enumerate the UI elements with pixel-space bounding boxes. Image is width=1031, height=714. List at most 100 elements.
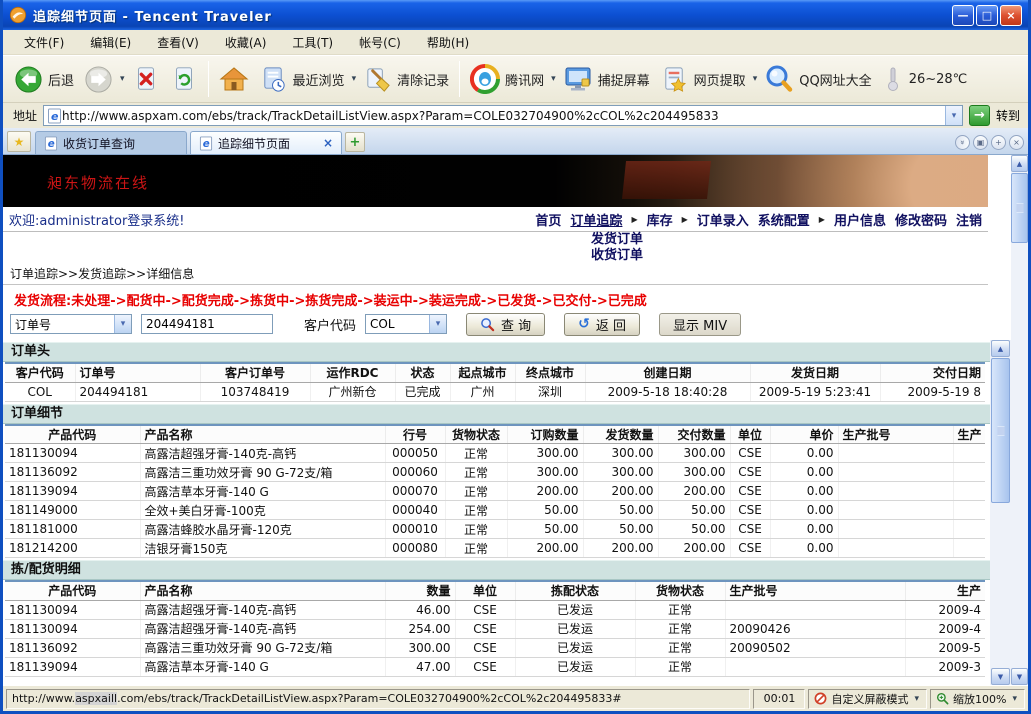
chevron-down-icon[interactable]: ▾ [114, 315, 131, 333]
stop-icon [132, 65, 160, 93]
nav-item[interactable]: 系统配置 [758, 210, 810, 229]
close-button[interactable]: × [1000, 5, 1022, 26]
browser-scrollbar-thumb[interactable] [1011, 173, 1028, 243]
nav-item[interactable]: 首页 [535, 210, 561, 229]
recent-button[interactable]: 最近浏览 [254, 62, 350, 97]
home-button[interactable] [214, 61, 254, 97]
tab-close-all-icon[interactable]: × [1009, 135, 1024, 150]
nav-item[interactable]: 用户信息 [834, 210, 886, 229]
tencent-dropdown-icon[interactable]: ▾ [549, 74, 558, 84]
cell: 高露洁超强牙膏-140克-高钙 [140, 600, 385, 619]
nav-item[interactable]: 订单追踪 [570, 210, 622, 229]
chevron-down-icon[interactable]: ▾ [429, 315, 446, 333]
minimize-button[interactable]: — [952, 5, 974, 26]
web-extract-button[interactable]: 网页提取 [655, 62, 751, 97]
scroll-up-icon[interactable]: ▲ [1011, 155, 1028, 172]
qq-sites-button[interactable]: QQ网址大全 [759, 61, 876, 97]
weather-widget[interactable]: 26~28℃ [877, 63, 973, 95]
nav-item[interactable]: 订单录入 [697, 210, 749, 229]
search-button-label: 查 询 [501, 315, 531, 334]
menu-item[interactable]: 工具(T) [279, 30, 346, 55]
ad-block-mode-control[interactable]: 自定义屏蔽模式 ▾ [808, 689, 927, 709]
scroll-down-icon[interactable]: ▼ [1011, 668, 1028, 685]
cell: 广州新仓 [310, 382, 395, 401]
refresh-button[interactable] [165, 62, 203, 96]
forward-arrow-icon [84, 65, 113, 94]
customer-code-select[interactable]: COL ▾ [365, 314, 447, 334]
menu-item[interactable]: 帮助(H) [414, 30, 482, 55]
menu-item[interactable]: 收藏(A) [212, 30, 280, 55]
go-button[interactable]: → [969, 105, 990, 126]
order-detail-section-title: 订单细节 [3, 404, 990, 424]
tab-close-icon[interactable]: × [323, 136, 333, 150]
browser-scrollbar-track[interactable] [1011, 172, 1028, 668]
web-extract-label: 网页提取 [694, 70, 746, 89]
cell: 300.00 [385, 638, 455, 657]
toolbar-separator [208, 61, 209, 97]
inner-scrollbar-thumb[interactable] [991, 358, 1010, 503]
column-header: 客户订单号 [200, 363, 310, 382]
inner-scrollbar[interactable]: ▲ ▼ [990, 340, 1011, 685]
subnav-ship-order-link[interactable]: 发货订单 [591, 232, 643, 248]
qq-sites-magnifier-icon [764, 64, 794, 94]
tab-pin-icon[interactable]: + [991, 135, 1006, 150]
address-input[interactable]: e http://www.aspxam.com/ebs/track/TrackD… [43, 105, 963, 126]
tab-label: 追踪细节页面 [218, 135, 318, 152]
cell: 0.00 [770, 501, 838, 520]
recent-dropdown-icon[interactable]: ▾ [350, 74, 359, 84]
menu-item[interactable]: 文件(F) [11, 30, 77, 55]
cell [953, 482, 985, 501]
address-dropdown-icon[interactable]: ▾ [945, 106, 962, 125]
pick-detail-section-title: 拣/配货明细 [3, 560, 990, 580]
forward-dropdown-icon[interactable]: ▾ [118, 74, 127, 84]
clear-history-button[interactable]: 清除记录 [358, 62, 454, 97]
browser-toolbar: 后退 ▾ 最近浏览 ▾ 清除记录 腾讯网 ▾ [3, 55, 1028, 103]
back-button[interactable]: 后退 [9, 62, 79, 97]
show-miv-button[interactable]: 显示 MIV [659, 313, 741, 336]
order-number-input[interactable]: 204494181 [141, 314, 273, 334]
shipping-flow-text: 发货流程:未处理->配货中->配货完成->拣货中->拣货完成->装运中->装运完… [3, 285, 988, 308]
cell: 20090426 [725, 619, 905, 638]
return-button[interactable]: ↺ 返 回 [564, 313, 640, 336]
tab-list-chevron-icon[interactable]: » [955, 135, 970, 150]
zoom-control[interactable]: 缩放100% ▾ [930, 689, 1025, 709]
cell: 50.00 [507, 501, 583, 520]
nav-item[interactable]: 修改密码 [895, 210, 947, 229]
tencent-portal-button[interactable]: 腾讯网 [465, 61, 549, 97]
zoom-label: 缩放100% [953, 691, 1006, 707]
search-button[interactable]: 查 询 [466, 313, 545, 336]
menu-item[interactable]: 帐号(C) [346, 30, 414, 55]
menu-item[interactable]: 查看(V) [144, 30, 212, 55]
nav-item[interactable]: 库存 [647, 210, 673, 229]
scroll-up-icon[interactable]: ▲ [991, 340, 1010, 357]
subnav-receive-order-link[interactable]: 收货订单 [591, 248, 643, 264]
capture-screen-button[interactable]: 捕捉屏幕 [558, 61, 655, 97]
nav-item[interactable]: 注销 [956, 210, 982, 229]
cell: 正常 [445, 444, 507, 463]
cell: 000010 [385, 520, 445, 539]
stop-button[interactable] [127, 62, 165, 96]
tab-receive-order-query[interactable]: e 收货订单查询 [35, 131, 187, 154]
new-tab-button[interactable]: + [345, 132, 365, 152]
favorites-star-button[interactable]: ★ [7, 131, 31, 152]
cell: 181181000 [5, 520, 140, 539]
scroll-down-icon[interactable]: ▼ [991, 668, 1010, 685]
forward-button[interactable] [79, 62, 118, 97]
chevron-down-icon[interactable]: ▾ [1010, 694, 1019, 704]
svg-text:e: e [51, 110, 59, 123]
address-url[interactable]: http://www.aspxam.com/ebs/track/TrackDet… [62, 109, 945, 123]
order-field-select[interactable]: 订单号 ▾ [10, 314, 132, 334]
inner-scrollbar-track[interactable] [991, 357, 1010, 668]
extract-dropdown-icon[interactable]: ▾ [751, 74, 760, 84]
cell: 50.00 [583, 520, 658, 539]
browser-scrollbar[interactable]: ▲ ▼ [1011, 155, 1028, 685]
tab-track-detail[interactable]: e 追踪细节页面 × [190, 131, 342, 154]
column-header: 生产 [953, 425, 985, 444]
menu-item[interactable]: 编辑(E) [77, 30, 144, 55]
tab-window-icon[interactable]: ▣ [973, 135, 988, 150]
maximize-button[interactable]: □ [976, 5, 998, 26]
chevron-down-icon[interactable]: ▾ [912, 694, 921, 704]
column-header: 行号 [385, 425, 445, 444]
cell: 181139094 [5, 657, 140, 676]
go-label[interactable]: 转到 [996, 107, 1020, 124]
